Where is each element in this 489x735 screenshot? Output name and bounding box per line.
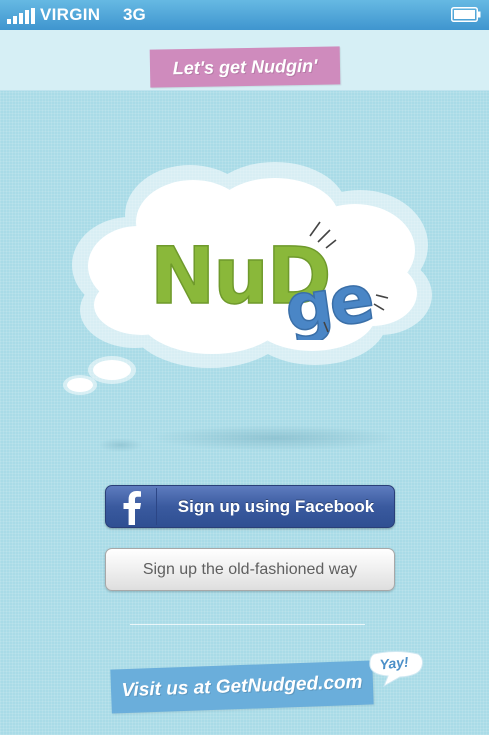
network-type: 3G [123, 5, 146, 24]
nudge-logo: NuD ge [149, 221, 389, 340]
app-screen: VIRGIN 3G Let's get Nudgin' NuD ge Sign … [0, 0, 489, 735]
battery-icon [451, 7, 481, 22]
facebook-button-separator [156, 488, 157, 525]
status-bar: VIRGIN 3G [0, 0, 489, 30]
facebook-f-icon [114, 490, 149, 525]
yay-bubble: Yay! [366, 650, 428, 692]
visit-website-banner[interactable]: Visit us at GetNudged.com [110, 660, 374, 714]
email-signup-button[interactable]: Sign up the old-fashioned way [105, 548, 395, 591]
email-signup-label: Sign up the old-fashioned way [142, 561, 358, 578]
cloud-shadow [150, 425, 400, 451]
divider-line [130, 624, 365, 625]
visit-website-text: Visit us at GetNudged.com [121, 671, 363, 702]
carrier-name: VIRGIN [40, 5, 101, 24]
tagline-banner: Let's get Nudgin' [149, 46, 341, 88]
logo-text-blue: ge [280, 260, 376, 340]
tagline-text: Let's get Nudgin' [172, 55, 318, 79]
facebook-signup-button[interactable]: Sign up using Facebook [105, 485, 395, 528]
signal-bars-icon [7, 8, 35, 24]
bubble-shadow [98, 438, 143, 452]
logo-cloud: NuD ge [60, 160, 435, 400]
facebook-signup-label: Sign up using Facebook [177, 497, 375, 516]
